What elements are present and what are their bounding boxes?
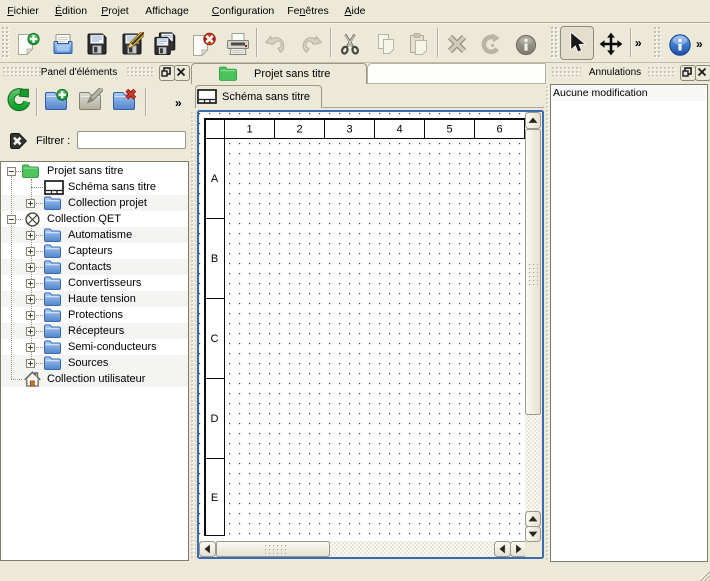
svg-text:3: 3 [346, 124, 352, 136]
svg-text:6: 6 [496, 124, 502, 136]
svg-text:B: B [211, 253, 218, 265]
svg-text:5: 5 [446, 124, 452, 136]
svg-text:2: 2 [296, 124, 302, 136]
svg-text:E: E [211, 492, 218, 504]
svg-text:A: A [211, 173, 219, 185]
svg-text:D: D [211, 413, 219, 425]
svg-text:C: C [211, 333, 219, 345]
svg-text:4: 4 [396, 124, 402, 136]
svg-text:1: 1 [246, 124, 252, 136]
